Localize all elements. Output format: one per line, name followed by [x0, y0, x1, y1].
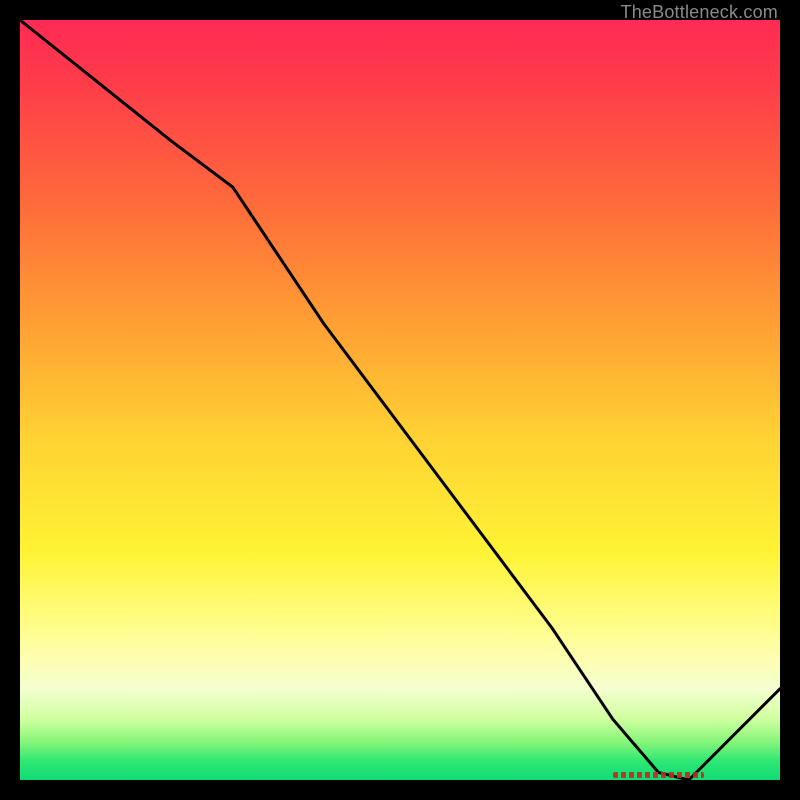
watermark-text: TheBottleneck.com	[621, 2, 778, 23]
best-range-marker	[613, 772, 704, 778]
bottleneck-curve	[20, 20, 780, 780]
plot-area	[20, 20, 780, 780]
chart-frame: TheBottleneck.com	[0, 0, 800, 800]
